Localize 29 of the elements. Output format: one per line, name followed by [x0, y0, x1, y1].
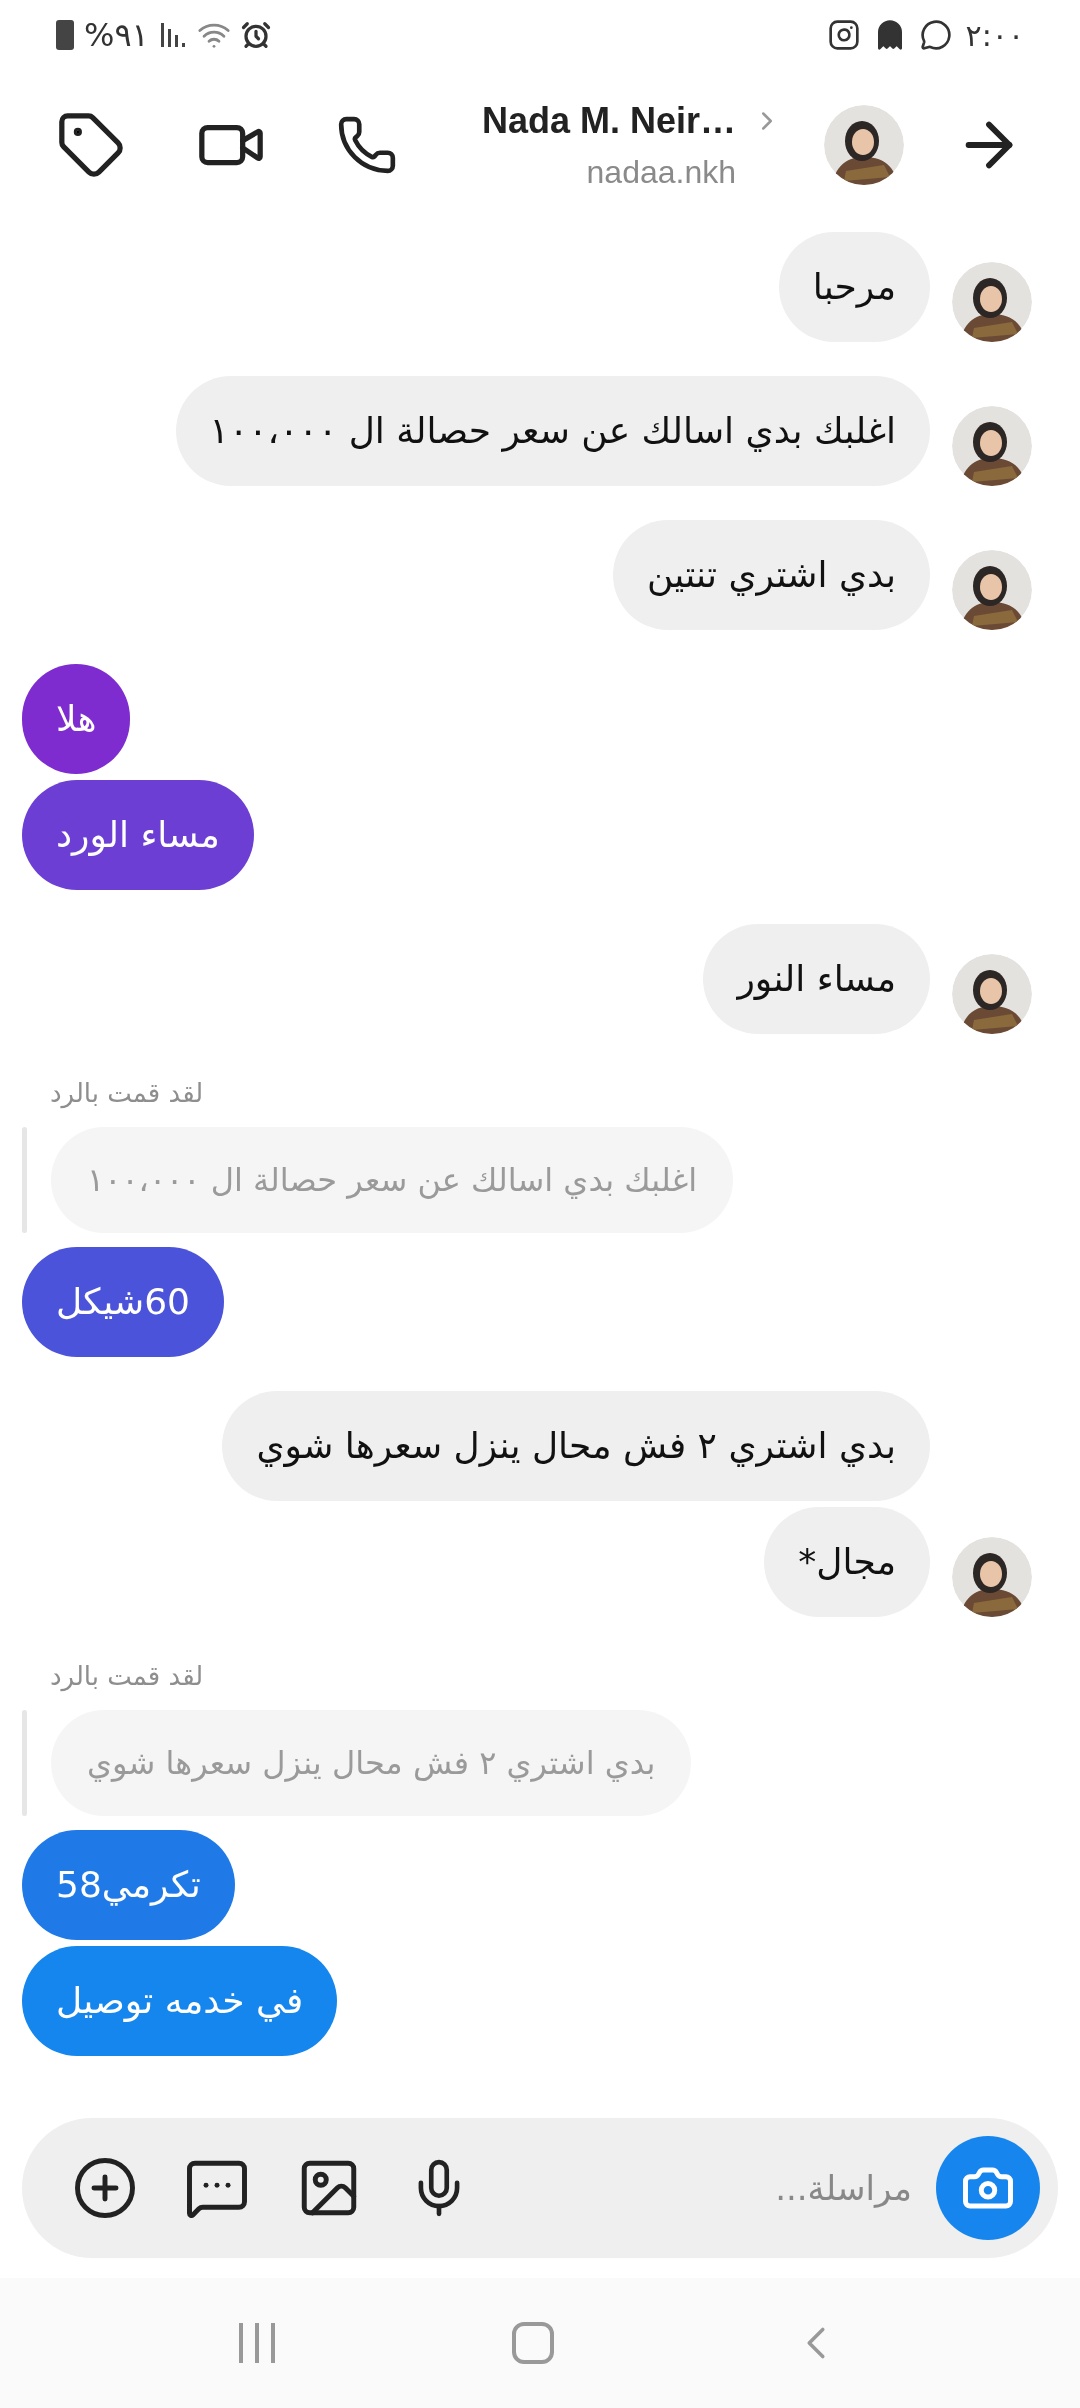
call-button[interactable] [336, 114, 398, 176]
home-icon[interactable] [512, 2322, 554, 2364]
tag-button[interactable] [56, 110, 126, 180]
message-bubble: تكرمي58 [22, 1830, 235, 1940]
alarm-icon [240, 20, 271, 50]
message-bubble: 60شيكل [22, 1247, 224, 1357]
message-bubble: مجال* [764, 1507, 930, 1617]
message-field[interactable]: مراسلة... [494, 2162, 912, 2214]
reply-label: لقد قمت بالرد [50, 1660, 204, 1694]
contact-name[interactable]: Nada M. Neir… [481, 94, 736, 148]
contact-username: nadaa.nkh [586, 153, 736, 192]
battery-level: %٩١ [84, 15, 149, 56]
reply-label: لقد قمت بالرد [50, 1077, 204, 1111]
message-bubble: بدي اشتري ٢ فش محال ينزل سعرها شوي [222, 1391, 930, 1501]
message-bubble: اغلبك بدي اسالك عن سعر حصالة ال ١٠٠،٠٠٠ [175, 376, 930, 486]
add-button[interactable] [72, 2155, 138, 2221]
battery-icon [56, 20, 74, 50]
message-bubble: بدي اشتري تنتين [612, 520, 930, 630]
message-bubble: هلا [22, 664, 131, 774]
quoted-message: بدي اشتري ٢ فش محال ينزل سعرها شوي [51, 1710, 692, 1816]
message-bubble: مرحبا [778, 232, 930, 342]
clock: ٢:٠٠ [965, 16, 1024, 55]
message-bubble: مساء النور [703, 924, 930, 1034]
instagram-icon [827, 19, 860, 51]
recent-apps-icon[interactable] [237, 2321, 278, 2365]
signal-icon [158, 21, 187, 49]
message-bubble: في خدمه توصيل [22, 1946, 338, 2056]
message-bubble: مساء الورد [22, 780, 254, 890]
quoted-message: اغلبك بدي اسالك عن سعر حصالة ال ١٠٠،٠٠٠ [51, 1127, 734, 1233]
